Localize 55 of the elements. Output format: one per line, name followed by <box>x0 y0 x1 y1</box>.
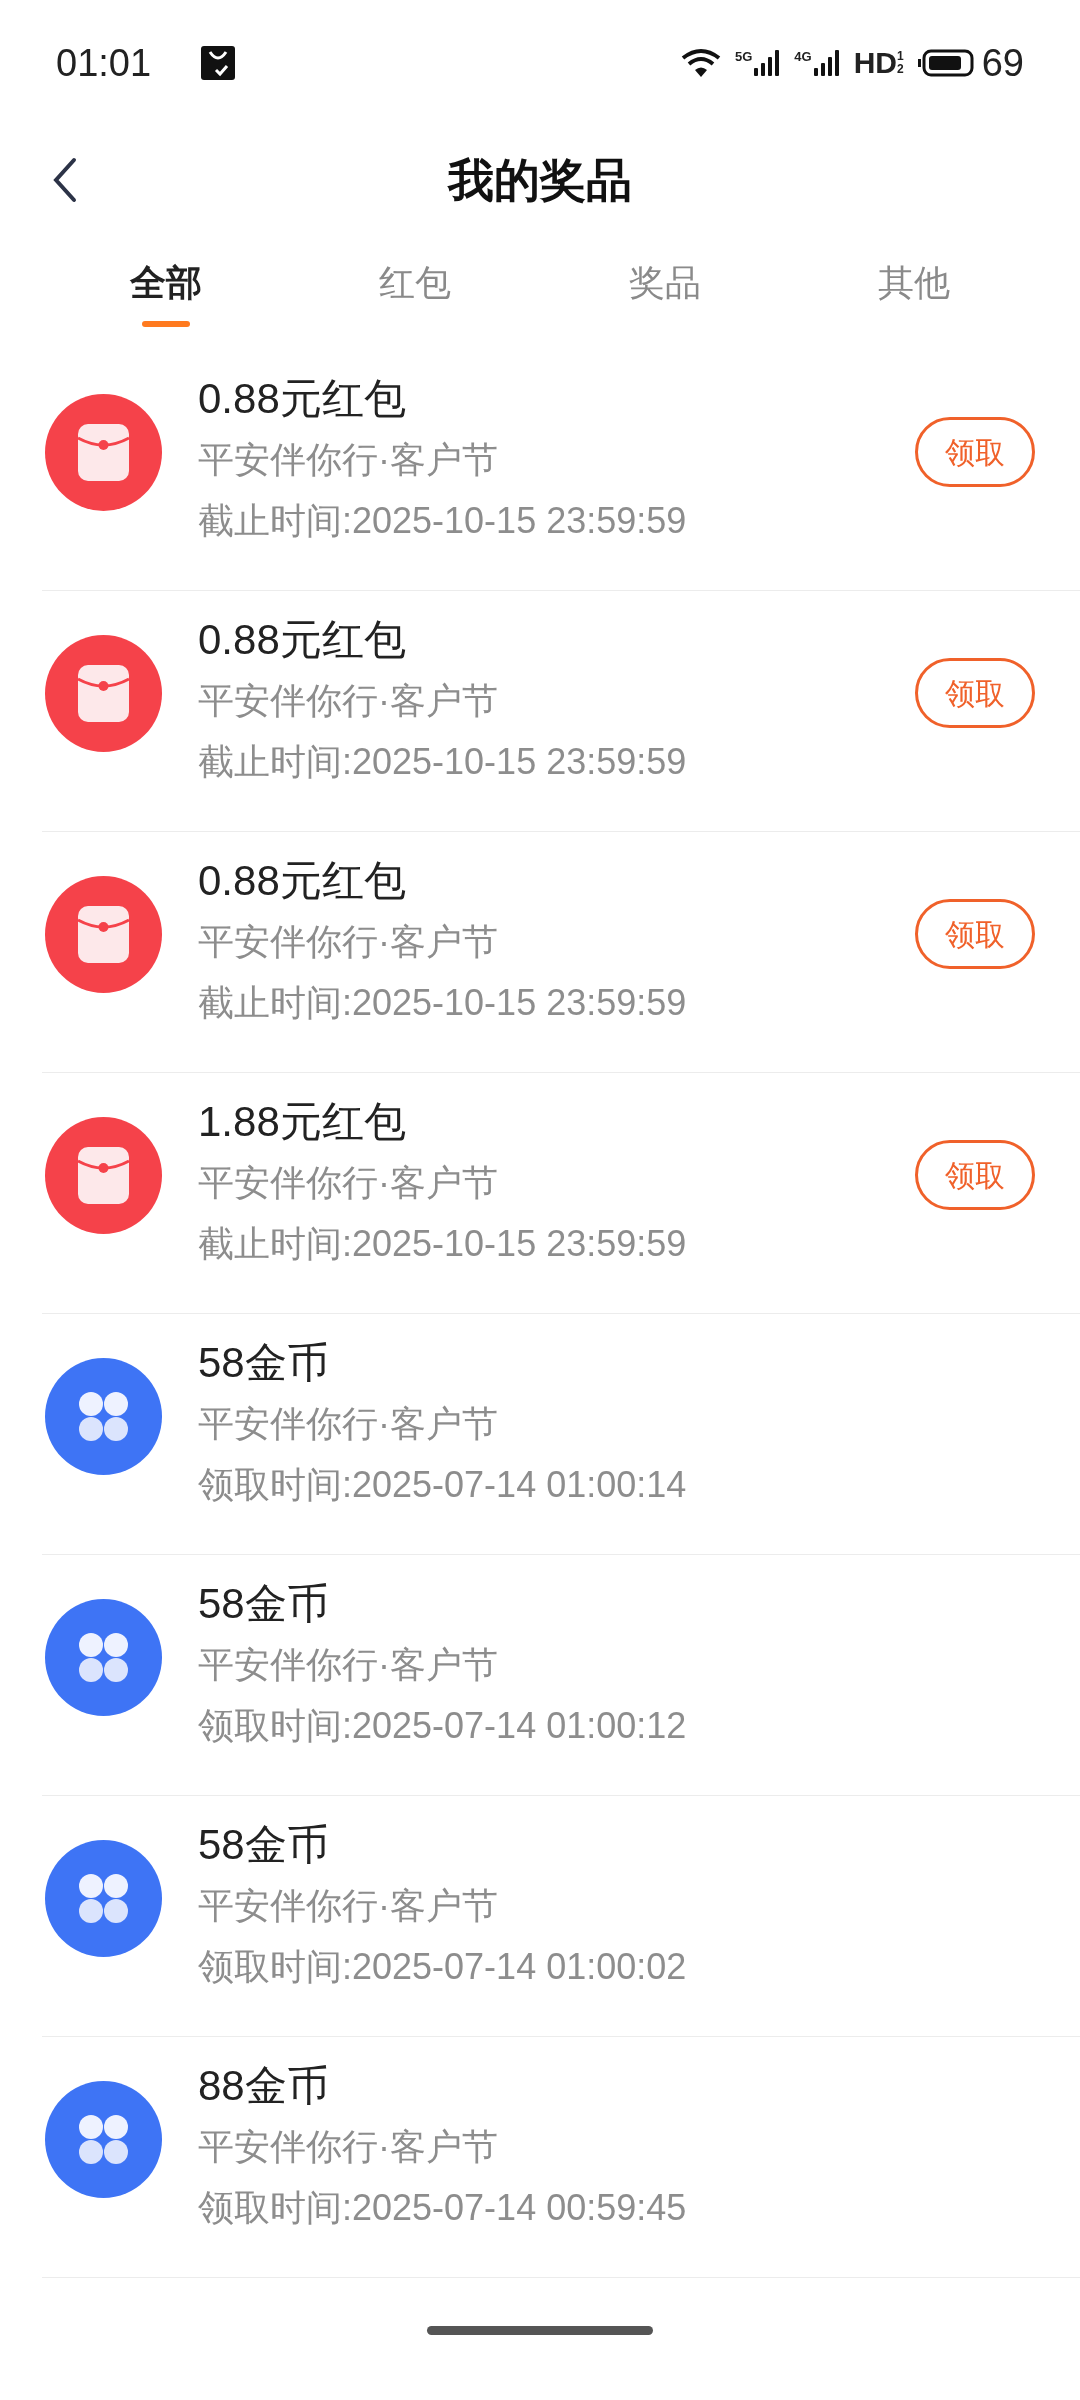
prize-time: 领取时间:2025-07-14 00:59:45 <box>198 2186 688 2230</box>
battery-level: 69 <box>981 43 1024 82</box>
envelope-icon <box>45 394 162 511</box>
signal-icon <box>813 49 840 76</box>
network-label: 4G <box>794 49 812 63</box>
envelope-icon <box>45 1117 162 1234</box>
prize-title: 0.88元红包 <box>198 856 407 906</box>
tab[interactable]: 红包 <box>290 235 540 345</box>
wifi-icon <box>681 47 721 78</box>
hd-label: HD <box>853 47 898 78</box>
tab-indicator <box>141 321 190 327</box>
claim-button[interactable]: 领取 <box>915 1140 1035 1210</box>
prize-source: 平安伴你行·客户节 <box>198 920 499 964</box>
prize-time: 领取时间:2025-07-14 01:00:14 <box>198 1463 688 1507</box>
prize-title: 58金币 <box>198 1338 330 1388</box>
notification-icon <box>201 45 236 80</box>
envelope-icon <box>45 876 162 993</box>
prize-source: 平安伴你行·客户节 <box>198 438 499 482</box>
tab[interactable]: 其他 <box>789 235 1039 345</box>
claim-button[interactable]: 领取 <box>915 658 1035 728</box>
back-icon <box>52 157 78 203</box>
prize-title: 0.88元红包 <box>198 615 407 665</box>
clover-icon <box>45 1840 162 1957</box>
prize-title: 0.88元红包 <box>198 374 407 424</box>
prize-source: 平安伴你行·客户节 <box>198 1161 499 1205</box>
tab[interactable]: 奖品 <box>540 235 790 345</box>
prize-title: 1.88元红包 <box>198 1097 407 1147</box>
prize-time: 截止时间:2025-10-15 23:59:59 <box>198 740 688 784</box>
claim-button[interactable]: 领取 <box>915 899 1035 969</box>
prize-title: 58金币 <box>198 1579 330 1629</box>
prize-source: 平安伴你行·客户节 <box>198 1643 499 1687</box>
clover-icon <box>45 1599 162 1716</box>
page-title: 我的奖品 <box>448 152 632 208</box>
prize-time: 截止时间:2025-10-15 23:59:59 <box>198 1222 688 1266</box>
clover-icon <box>45 1358 162 1475</box>
sim-slot-label: 1 <box>897 49 904 63</box>
clock: 01:01 <box>56 43 152 82</box>
prize-source: 平安伴你行·客户节 <box>198 1402 499 1446</box>
sim-slot-label: 2 <box>897 62 904 76</box>
prize-time: 领取时间:2025-07-14 01:00:02 <box>198 1945 688 1989</box>
prize-title: 58金币 <box>198 1820 330 1870</box>
prize-time: 截止时间:2025-10-15 23:59:59 <box>198 499 688 543</box>
signal-icon <box>754 49 781 76</box>
prize-source: 平安伴你行·客户节 <box>198 2125 499 2169</box>
network-label: 5G <box>735 49 753 63</box>
tab[interactable]: 全部 <box>41 235 291 345</box>
clover-icon <box>45 2081 162 2198</box>
prize-source: 平安伴你行·客户节 <box>198 1884 499 1928</box>
prize-time: 截止时间:2025-10-15 23:59:59 <box>198 981 688 1025</box>
prize-title: 88金币 <box>198 2061 330 2111</box>
prize-time: 领取时间:2025-07-14 01:00:12 <box>198 1704 688 1748</box>
envelope-icon <box>45 635 162 752</box>
battery-icon <box>917 48 974 77</box>
claim-button[interactable]: 领取 <box>915 417 1035 487</box>
prize-source: 平安伴你行·客户节 <box>198 679 499 723</box>
